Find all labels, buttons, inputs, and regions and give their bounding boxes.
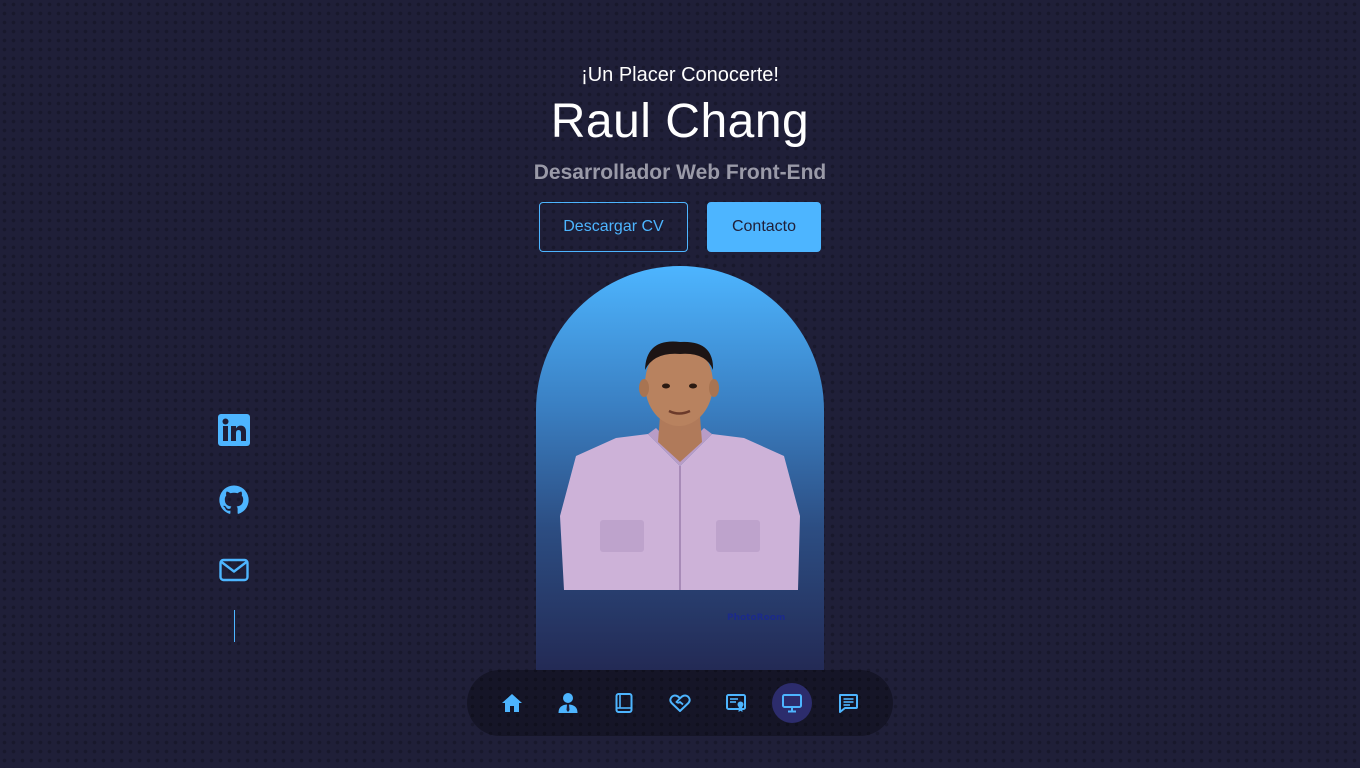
linkedin-icon bbox=[218, 414, 250, 446]
github-icon bbox=[219, 485, 249, 514]
social-divider-line bbox=[233, 610, 235, 642]
nav-services[interactable] bbox=[660, 683, 700, 723]
social-links bbox=[216, 412, 252, 642]
person-illustration bbox=[560, 341, 800, 590]
profile-photo: PhotoRoom bbox=[536, 266, 824, 670]
monitor-icon bbox=[782, 694, 802, 713]
linkedin-link[interactable] bbox=[216, 412, 252, 448]
photo-watermark: PhotoRoom bbox=[727, 613, 786, 623]
nav-contact[interactable] bbox=[828, 683, 868, 723]
cta-buttons: Descargar CV Contacto bbox=[0, 202, 1360, 252]
book-icon bbox=[615, 693, 633, 713]
github-link[interactable] bbox=[216, 482, 252, 518]
certificate-icon bbox=[726, 694, 746, 712]
message-icon bbox=[839, 694, 858, 713]
nav-home[interactable] bbox=[492, 683, 532, 723]
email-link[interactable] bbox=[216, 552, 252, 588]
bottom-nav bbox=[467, 670, 893, 736]
home-icon bbox=[502, 694, 522, 712]
handshake-icon bbox=[669, 694, 691, 712]
download-cv-button[interactable]: Descargar CV bbox=[539, 202, 688, 252]
role-subtitle: Desarrollador Web Front-End bbox=[533, 161, 827, 184]
page-title: Raul Chang bbox=[550, 95, 810, 148]
user-icon bbox=[558, 693, 578, 713]
nav-portfolio[interactable] bbox=[772, 683, 812, 723]
nav-experience[interactable] bbox=[604, 683, 644, 723]
greeting: ¡Un Placer Conocerte! bbox=[581, 64, 779, 86]
nav-about[interactable] bbox=[548, 683, 588, 723]
mail-icon bbox=[219, 558, 249, 582]
contact-button[interactable]: Contacto bbox=[707, 202, 821, 252]
nav-certifications[interactable] bbox=[716, 683, 756, 723]
